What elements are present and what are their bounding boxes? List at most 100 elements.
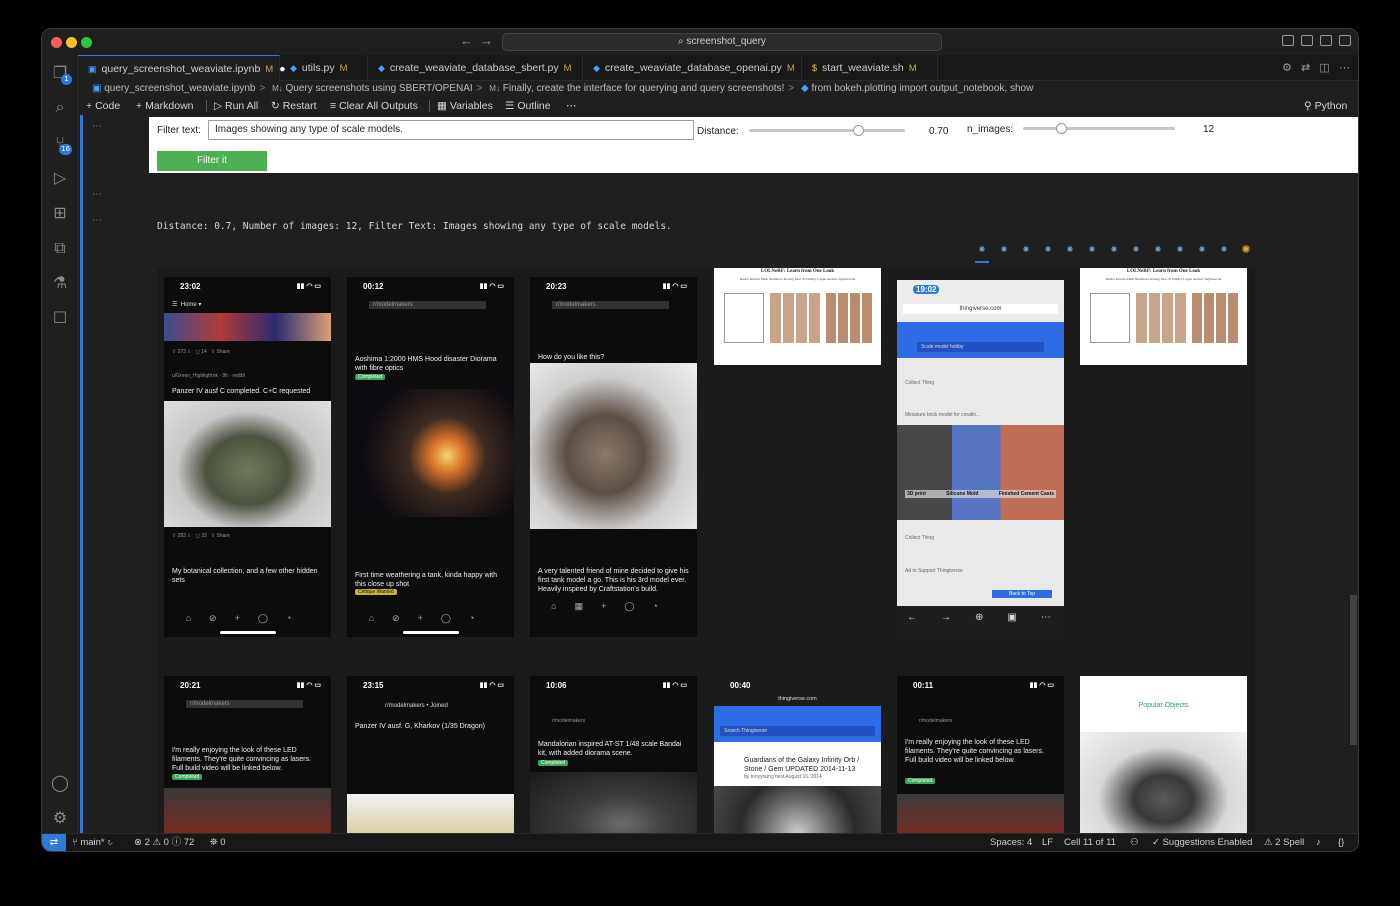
remote-indicator-icon[interactable]: ⇄ <box>42 834 66 851</box>
breadcrumb-section[interactable]: Query screenshots using SBERT/OPENAI <box>286 83 473 94</box>
ports-indicator[interactable]: ⛯ 0 <box>210 834 226 851</box>
loading-icon[interactable]: ⁕ <box>1147 243 1169 256</box>
cell-focus-indicator <box>80 115 83 835</box>
gallery-image[interactable]: LOLNeRF: Learn from One Look Daniel Reba… <box>1080 268 1247 365</box>
cell-indicator[interactable]: Cell 11 of 11 <box>1064 834 1116 851</box>
distance-slider[interactable] <box>749 129 905 132</box>
settings-gear-icon[interactable]: ⚙ <box>50 808 70 828</box>
source-control-icon[interactable]: ⑂ 16 <box>50 133 72 155</box>
command-center[interactable]: ⌕ screenshot_query <box>502 33 942 51</box>
copilot-icon[interactable]: ⚇ <box>1130 834 1139 851</box>
search-icon[interactable]: ⌕ <box>50 97 70 117</box>
n-images-slider-handle[interactable] <box>1056 123 1067 134</box>
gallery-image[interactable]: 00:11 ▮▮ ◠ ▭ r/modelmakers I'm really enj… <box>897 676 1064 833</box>
remote-explorer-icon[interactable]: ⧉ <box>50 238 70 258</box>
gallery-image[interactable]: 20:21 ▮▮ ◠ ▭ r/modelmakers I'm really enj… <box>164 676 331 833</box>
variables-button[interactable]: ▦ Variables <box>437 97 493 115</box>
branch-indicator[interactable]: ⑂ main* ↻ <box>72 834 113 851</box>
n-images-slider[interactable] <box>1023 127 1175 130</box>
loading-icon[interactable]: ⁕ <box>1081 243 1103 256</box>
gallery-image[interactable]: Popular Objects <box>1080 676 1247 833</box>
breadcrumb: ▣ query_screenshot_weaviate.ipynb > M↓ Qu… <box>92 83 1034 94</box>
spell-indicator[interactable]: ⚠ 2 Spell <box>1264 834 1304 851</box>
tank-model-image <box>164 401 331 527</box>
back-arrow-icon[interactable]: ← <box>460 33 473 48</box>
cell-more-icon[interactable]: ⋯ <box>92 215 102 226</box>
gallery-image[interactable]: LOLNeRF: Learn from One Look Daniel Reba… <box>714 268 881 365</box>
account-icon[interactable]: ◯ <box>50 773 70 793</box>
filter-it-button[interactable]: Filter it <box>157 151 267 171</box>
loading-icon[interactable]: ⁕ <box>971 243 993 256</box>
run-debug-icon[interactable]: ▷ <box>50 168 70 188</box>
eol-indicator[interactable]: LF <box>1042 834 1053 851</box>
loading-icon[interactable]: ⁕ <box>1125 243 1147 256</box>
gallery-image[interactable]: 20:23 ▮▮ ◠ ▭ r/modelmakers How do you lik… <box>530 277 697 637</box>
suggestions-indicator[interactable]: ✓ Suggestions Enabled <box>1152 834 1252 851</box>
notifications-bell-icon[interactable]: ♪ <box>1316 834 1321 851</box>
breadcrumb-subsection[interactable]: Finally, create the interface for queryi… <box>503 83 785 94</box>
loading-icon[interactable]: ⁕ <box>1015 243 1037 256</box>
clear-outputs-button[interactable]: ≡ Clear All Outputs <box>330 97 418 115</box>
gallery-image[interactable]: 00:40 thingiverse.com Search Thingiverse… <box>714 676 881 833</box>
explorer-icon[interactable]: ❐ 1 <box>50 63 72 85</box>
gallery-image[interactable]: 23:02 ▮▮ ◠ ▭ ☰ Home ▾ ⇧ 273 ⇩ ◻ 14 ⇪ Shar… <box>164 277 331 637</box>
loading-icon[interactable]: ⁕ <box>1037 243 1059 256</box>
figure-diagram <box>724 293 764 343</box>
braces-icon[interactable]: {} <box>1338 834 1344 851</box>
bokeh-logo-icon[interactable]: ✺ <box>1235 243 1257 256</box>
loading-icon[interactable]: ⁕ <box>1213 243 1235 256</box>
customize-layout-icon[interactable] <box>1339 35 1351 46</box>
brick-mold-image <box>897 425 1064 520</box>
toggle-secondary-sidebar-icon[interactable] <box>1320 35 1332 46</box>
add-code-button[interactable]: + Code <box>86 97 120 115</box>
gallery-image[interactable]: 19:02 thingiverse.com Scale model hobby … <box>897 280 1064 640</box>
distance-slider-handle[interactable] <box>853 125 865 136</box>
loading-icon[interactable]: ⁕ <box>1191 243 1213 256</box>
add-markdown-button[interactable]: + Markdown <box>136 97 194 115</box>
outline-button[interactable]: ☰ Outline <box>505 97 551 115</box>
testing-icon[interactable]: ⚗ <box>50 273 70 293</box>
toggle-panel-icon[interactable] <box>1301 35 1313 46</box>
cell-more-icon[interactable]: ⋯ <box>92 121 102 132</box>
filter-text-input[interactable]: Images showing any type of scale models. <box>208 120 694 140</box>
maximize-window-button[interactable] <box>81 37 92 48</box>
notebook-scrollbar[interactable] <box>1350 595 1357 745</box>
problems-indicator[interactable]: ⊗ 2 ⚠ 0 ⓘ 72 <box>134 834 194 851</box>
breadcrumb-file[interactable]: query_screenshot_weaviate.ipynb <box>104 83 255 94</box>
infinity-orb-image <box>714 786 881 833</box>
indentation-indicator[interactable]: Spaces: 4 <box>990 834 1032 851</box>
gear-icon[interactable]: ⚙ <box>1282 62 1292 74</box>
python-file-icon: ◆ <box>593 63 600 73</box>
minimize-window-button[interactable] <box>66 37 77 48</box>
more-toolbar-icon[interactable]: ⋯ <box>566 97 577 115</box>
forward-arrow-icon[interactable]: → <box>480 33 493 48</box>
more-actions-icon[interactable]: ⋯ <box>1339 62 1350 74</box>
tab-utils-py[interactable]: ◆ utils.py M <box>280 55 368 81</box>
loading-icon[interactable]: ⁕ <box>1103 243 1125 256</box>
gallery-image[interactable]: 00:12 ▮▮ ◠ ▭ r/modelmakers Aoshima 1:2000… <box>347 277 514 637</box>
extensions-icon[interactable]: ⊞ <box>50 203 70 223</box>
loading-icon[interactable]: ⁕ <box>1169 243 1191 256</box>
run-all-button[interactable]: ▷ Run All <box>214 97 258 115</box>
tab-create-db-openai[interactable]: ◆ create_weaviate_database_openai.py M <box>583 55 802 81</box>
restart-button[interactable]: ↻ Restart <box>271 97 317 115</box>
tab-start-weaviate-sh[interactable]: $ start_weaviate.sh M <box>802 55 938 81</box>
signal-icon: ▮▮ ◠ ▭ <box>662 682 687 689</box>
compare-icon[interactable]: ⇄ <box>1301 62 1310 74</box>
tab-create-db-sbert[interactable]: ◆ create_weaviate_database_sbert.py M <box>368 55 583 81</box>
loading-icon[interactable]: ⁕ <box>993 243 1015 256</box>
spaceship-model-image <box>530 363 697 529</box>
kernel-picker[interactable]: ⚲ Python <box>1304 97 1347 115</box>
loading-icon[interactable]: ⁕ <box>1059 243 1081 256</box>
notebook-editor: ⋯ ⋯ ⋯ Filter text: Images showing any ty… <box>78 115 1358 835</box>
laser-model-image <box>164 788 331 833</box>
chat-icon[interactable]: ☐ <box>50 308 70 328</box>
cell-more-icon[interactable]: ⋯ <box>92 189 102 200</box>
tab-query-screenshot-notebook[interactable]: ▣ query_screenshot_weaviate.ipynb M ● <box>78 55 286 81</box>
close-window-button[interactable] <box>51 37 62 48</box>
gallery-image[interactable]: 23:15 ▮▮ ◠ ▭ r/modelmakers • Joined Panze… <box>347 676 514 833</box>
gallery-image[interactable]: 10:06 ▮▮ ◠ ▭ r/modelmakers Mandalorian in… <box>530 676 697 833</box>
breadcrumb-cell[interactable]: from bokeh.plotting import output_notebo… <box>811 83 1033 94</box>
toggle-sidebar-icon[interactable] <box>1282 35 1294 46</box>
split-editor-icon[interactable]: ◫ <box>1319 62 1329 74</box>
